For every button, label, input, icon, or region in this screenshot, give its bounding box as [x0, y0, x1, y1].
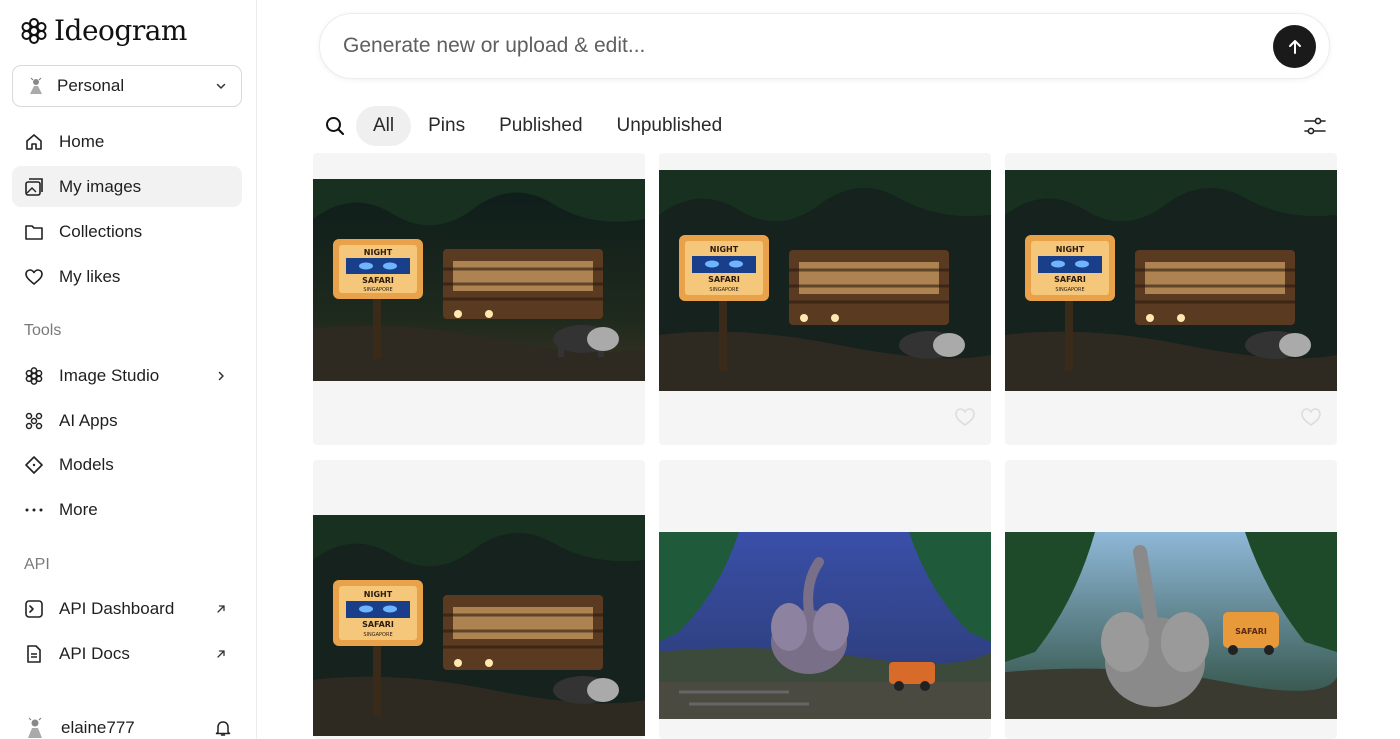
sidebar-item-api-docs[interactable]: API Docs — [12, 633, 242, 674]
sidebar-item-label: My images — [59, 176, 142, 196]
sign-line2: SAFARI — [362, 276, 394, 285]
prompt-bar — [319, 13, 1330, 79]
workspace-avatar-icon — [30, 77, 42, 94]
heart-icon — [24, 267, 44, 287]
sidebar-item-label: API Docs — [59, 643, 130, 663]
document-icon — [24, 644, 44, 664]
cartoon-elephant-safari-image: SAFARI — [1005, 532, 1337, 719]
sidebar: Ideogram Personal Home My images Collect… — [0, 0, 257, 739]
sidebar-item-more[interactable]: More — [12, 489, 242, 530]
filter-bar: All Pins Published Unpublished — [319, 106, 739, 146]
tab-pins[interactable]: Pins — [411, 106, 482, 146]
logo[interactable]: Ideogram — [20, 14, 187, 47]
sidebar-item-label: Home — [59, 131, 105, 151]
bell-icon[interactable] — [214, 719, 232, 737]
sidebar-item-ai-apps[interactable]: AI Apps — [12, 400, 242, 441]
sign-line2: SAFARI — [1054, 275, 1086, 284]
sidebar-item-image-studio[interactable]: Image Studio — [12, 355, 242, 396]
image-card[interactable]: NIGHT SAFARI SINGAPORE — [313, 460, 645, 739]
sign-line2: SAFARI — [708, 275, 740, 284]
sidebar-item-label: API Dashboard — [59, 598, 175, 618]
night-safari-image: NIGHT SAFARI SINGAPORE — [1005, 170, 1337, 391]
user-profile[interactable]: elaine777 — [24, 713, 238, 739]
flower-icon — [24, 366, 44, 386]
tab-all[interactable]: All — [356, 106, 412, 146]
diamond-icon — [24, 455, 44, 475]
truck-text: SAFARI — [1235, 627, 1267, 636]
user-name: elaine777 — [61, 718, 135, 737]
search-icon — [326, 117, 345, 136]
terminal-icon — [24, 599, 44, 619]
prompt-input[interactable] — [343, 34, 1243, 58]
arrow-up-icon — [1288, 39, 1301, 54]
like-heart-icon[interactable] — [954, 407, 976, 427]
image-card[interactable]: NIGHT SAFARI SINGAPORE — [313, 153, 645, 445]
cartoon-elephant-image — [659, 532, 991, 719]
image-card[interactable]: SAFARI — [1005, 460, 1337, 739]
external-link-icon — [214, 647, 228, 661]
sidebar-item-home[interactable]: Home — [12, 121, 242, 162]
workspace-selector[interactable]: Personal — [12, 65, 242, 107]
sign-line2: SAFARI — [362, 620, 394, 629]
search-button[interactable] — [319, 110, 351, 142]
apps-icon — [24, 411, 44, 431]
sidebar-item-label: Collections — [59, 221, 143, 241]
chevron-down-icon — [216, 83, 226, 89]
images-icon — [24, 177, 44, 197]
generate-button[interactable] — [1273, 25, 1316, 68]
sign-line3: SINGAPORE — [363, 632, 392, 638]
night-safari-image: NIGHT SAFARI SINGAPORE — [313, 515, 645, 736]
sidebar-item-collections[interactable]: Collections — [12, 211, 242, 252]
tab-published[interactable]: Published — [482, 106, 599, 146]
tools-section-label: Tools — [24, 322, 62, 339]
sidebar-item-label: Models — [59, 454, 114, 474]
like-heart-icon[interactable] — [1300, 407, 1322, 427]
sign-line1: NIGHT — [710, 245, 739, 254]
night-safari-image: NIGHT SAFARI SINGAPORE — [659, 170, 991, 391]
chevron-right-icon — [214, 369, 228, 383]
filter-settings-icon[interactable] — [1302, 113, 1328, 139]
app-root: Ideogram Personal Home My images Collect… — [0, 0, 1400, 739]
sign-line3: SINGAPORE — [709, 287, 738, 293]
workspace-label: Personal — [57, 76, 125, 95]
sign-line1: NIGHT — [364, 590, 393, 599]
tab-unpublished[interactable]: Unpublished — [600, 106, 740, 146]
ideogram-logo-icon — [21, 17, 47, 44]
sidebar-item-api-dashboard[interactable]: API Dashboard — [12, 588, 242, 629]
sidebar-item-label: My likes — [59, 266, 121, 286]
image-card[interactable]: NIGHT SAFARI SINGAPORE — [1005, 153, 1337, 445]
user-avatar — [28, 717, 42, 738]
sidebar-item-label: More — [59, 499, 98, 519]
external-link-icon — [214, 602, 228, 616]
api-section-label: API — [24, 556, 50, 573]
home-icon — [24, 132, 44, 152]
sign-line1: NIGHT — [1056, 245, 1085, 254]
sidebar-item-my-images[interactable]: My images — [12, 166, 242, 207]
more-dots-icon — [24, 500, 44, 520]
folder-icon — [24, 222, 44, 242]
night-safari-image: NIGHT SAFARI SINGAPORE — [313, 179, 645, 381]
logo-text: Ideogram — [54, 14, 187, 47]
image-card[interactable]: NIGHT SAFARI SINGAPORE — [659, 153, 991, 445]
sidebar-item-label: Image Studio — [59, 365, 160, 385]
sign-line3: SINGAPORE — [1055, 287, 1084, 293]
sign-line3: SINGAPORE — [363, 287, 392, 293]
sidebar-item-models[interactable]: Models — [12, 444, 242, 485]
image-card[interactable] — [659, 460, 991, 739]
sign-line1: NIGHT — [364, 248, 393, 257]
sidebar-item-my-likes[interactable]: My likes — [12, 256, 242, 297]
sidebar-item-label: AI Apps — [59, 410, 118, 430]
